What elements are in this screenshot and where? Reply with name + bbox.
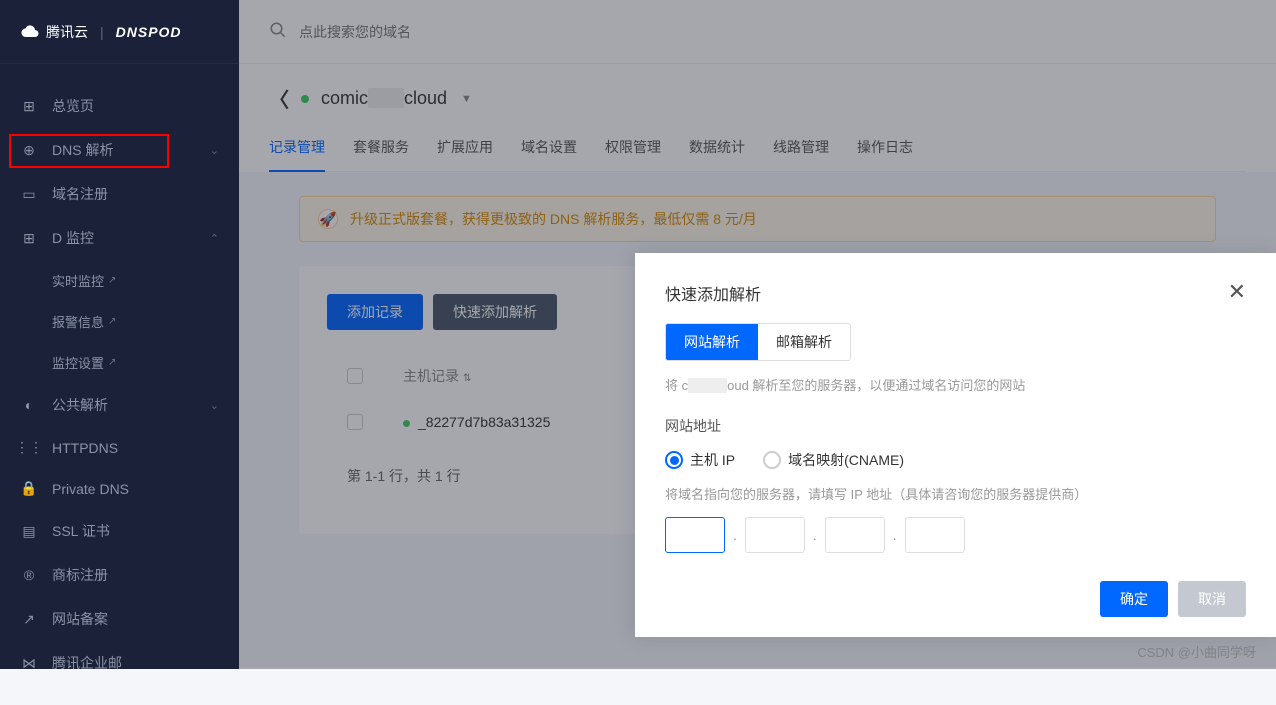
globe2-icon: ◐ — [20, 397, 38, 413]
search-icon — [269, 21, 287, 42]
modal-title: 快速添加解析 — [665, 281, 761, 305]
radio-checked-icon — [665, 451, 683, 469]
address-type-radio-group: 主机 IP 域名映射(CNAME) — [665, 450, 1246, 470]
ip-octet-3[interactable] — [825, 517, 885, 553]
grid-icon: ⊞ — [20, 98, 38, 115]
nav-mail[interactable]: ⋈腾讯企业邮 — [0, 641, 239, 685]
row-checkbox[interactable] — [347, 414, 363, 430]
nav-dns[interactable]: ⊕DNS 解析⌄ — [0, 128, 239, 172]
tab-plan[interactable]: 套餐服务 — [353, 129, 409, 171]
globe-icon: ⊕ — [20, 142, 38, 159]
external-icon: ↗ — [108, 275, 116, 286]
row-status-dot — [403, 420, 410, 427]
tencent-cloud-logo[interactable]: 腾讯云 — [20, 22, 88, 42]
nav-trademark[interactable]: ®商标注册 — [0, 553, 239, 597]
close-button[interactable]: ✕ — [1228, 281, 1246, 303]
modal-tab-mail[interactable]: 邮箱解析 — [758, 324, 850, 360]
card-icon: ▭ — [20, 186, 38, 203]
dnspod-logo[interactable]: DNSPOD — [116, 24, 182, 40]
ip-octet-1[interactable] — [665, 517, 725, 553]
domain-dropdown-icon[interactable]: ▼ — [461, 93, 472, 105]
nav-beian[interactable]: ↗网站备案 — [0, 597, 239, 641]
nav-monitor-sub: 实时监控↗ 报警信息↗ 监控设置↗ — [0, 260, 239, 383]
column-host[interactable]: 主机记录⇅ — [403, 366, 471, 386]
watermark: CSDN @小曲同学呀 — [1137, 642, 1256, 661]
ip-separator: . — [731, 527, 739, 543]
cert-icon: ▤ — [20, 523, 38, 540]
tab-permissions[interactable]: 权限管理 — [605, 129, 661, 171]
sidebar: 腾讯云 | DNSPOD ⊞总览页 ⊕DNS 解析⌄ ▭域名注册 ⊞D 监控⌃ … — [0, 0, 239, 669]
ip-inputs: . . . — [665, 517, 1246, 553]
chevron-down-icon: ⌄ — [210, 399, 219, 412]
confirm-button[interactable]: 确定 — [1100, 581, 1168, 617]
dots-icon: ⋮⋮ — [20, 439, 38, 456]
ip-separator: . — [811, 527, 819, 543]
add-record-button[interactable]: 添加记录 — [327, 294, 423, 330]
tabs: 记录管理 套餐服务 扩展应用 域名设置 权限管理 数据统计 线路管理 操作日志 — [269, 129, 1246, 172]
nav-list: ⊞总览页 ⊕DNS 解析⌄ ▭域名注册 ⊞D 监控⌃ 实时监控↗ 报警信息↗ 监… — [0, 64, 239, 705]
nav-realtime[interactable]: 实时监控↗ — [52, 260, 239, 301]
ip-octet-4[interactable] — [905, 517, 965, 553]
modal-tabs: 网站解析 邮箱解析 — [665, 323, 851, 361]
back-button[interactable]: 〈 — [269, 84, 289, 113]
nav-domain-reg[interactable]: ▭域名注册 — [0, 172, 239, 216]
modal-header: 快速添加解析 ✕ — [665, 281, 1246, 305]
select-all-checkbox[interactable] — [347, 368, 363, 384]
field-address-label: 网站地址 — [665, 416, 1246, 436]
page-header: 〈 comicxxxxcloud ▼ 记录管理 套餐服务 扩展应用 域名设置 权… — [239, 64, 1276, 172]
brand-text-1: 腾讯云 — [46, 22, 88, 42]
radio-unchecked-icon — [763, 451, 781, 469]
quick-add-button[interactable]: 快速添加解析 — [433, 294, 557, 330]
nav-public-dns[interactable]: ◐公共解析⌄ — [0, 383, 239, 427]
search-input[interactable] — [299, 24, 1246, 40]
sort-icon: ⇅ — [463, 373, 471, 384]
tab-records[interactable]: 记录管理 — [269, 129, 325, 171]
breadcrumb: 〈 comicxxxxcloud ▼ — [269, 84, 1246, 113]
status-dot — [301, 95, 309, 103]
cancel-button[interactable]: 取消 — [1178, 581, 1246, 617]
logo-separator: | — [100, 24, 104, 40]
nav-monitor[interactable]: ⊞D 监控⌃ — [0, 216, 239, 260]
upgrade-banner[interactable]: 🚀 升级正式版套餐，获得更极致的 DNS 解析服务，最低仅需 8 元/月 — [299, 196, 1216, 242]
modal-tab-web[interactable]: 网站解析 — [666, 324, 758, 360]
cloud-icon — [20, 25, 40, 39]
quick-add-modal: 快速添加解析 ✕ 网站解析 邮箱解析 将 cxxxxxxoud 解析至您的服务器… — [635, 253, 1276, 637]
ip-hint: 将域名指向您的服务器，请填写 IP 地址（具体请咨询您的服务器提供商） — [665, 484, 1246, 503]
chevron-down-icon: ⌄ — [210, 144, 219, 157]
modal-description: 将 cxxxxxxoud 解析至您的服务器，以便通过域名访问您的网站 — [665, 375, 1246, 394]
nav-ssl[interactable]: ▤SSL 证书 — [0, 509, 239, 553]
ip-separator: . — [891, 527, 899, 543]
search-bar — [239, 0, 1276, 64]
tab-domain-settings[interactable]: 域名设置 — [521, 129, 577, 171]
nav-private-dns[interactable]: 🔒Private DNS — [0, 468, 239, 509]
rocket-icon: 🚀 — [318, 209, 338, 229]
nav-alarm[interactable]: 报警信息↗ — [52, 301, 239, 342]
ip-octet-2[interactable] — [745, 517, 805, 553]
tab-logs[interactable]: 操作日志 — [857, 129, 913, 171]
monitor-icon: ⊞ — [20, 230, 38, 247]
radio-cname[interactable]: 域名映射(CNAME) — [763, 450, 904, 470]
tab-routes[interactable]: 线路管理 — [773, 129, 829, 171]
radio-host-ip[interactable]: 主机 IP — [665, 450, 735, 470]
tab-extensions[interactable]: 扩展应用 — [437, 129, 493, 171]
lock-icon: 🔒 — [20, 480, 38, 497]
modal-footer: 确定 取消 — [665, 581, 1246, 617]
nav-httpdns[interactable]: ⋮⋮HTTPDNS — [0, 427, 239, 468]
sidebar-header: 腾讯云 | DNSPOD — [0, 0, 239, 64]
row-host-value: _82277d7b83a31325 — [403, 414, 550, 430]
nav-monitor-settings[interactable]: 监控设置↗ — [52, 342, 239, 383]
banner-text: 升级正式版套餐，获得更极致的 DNS 解析服务，最低仅需 8 元/月 — [350, 209, 757, 229]
nav-overview[interactable]: ⊞总览页 — [0, 84, 239, 128]
external-icon: ↗ — [108, 316, 116, 327]
chevron-up-icon: ⌃ — [210, 232, 219, 245]
external-icon: ↗ — [108, 357, 116, 368]
export-icon: ↗ — [20, 611, 38, 628]
domain-name: comicxxxxcloud — [321, 88, 447, 109]
tab-stats[interactable]: 数据统计 — [689, 129, 745, 171]
registered-icon: ® — [20, 567, 38, 583]
